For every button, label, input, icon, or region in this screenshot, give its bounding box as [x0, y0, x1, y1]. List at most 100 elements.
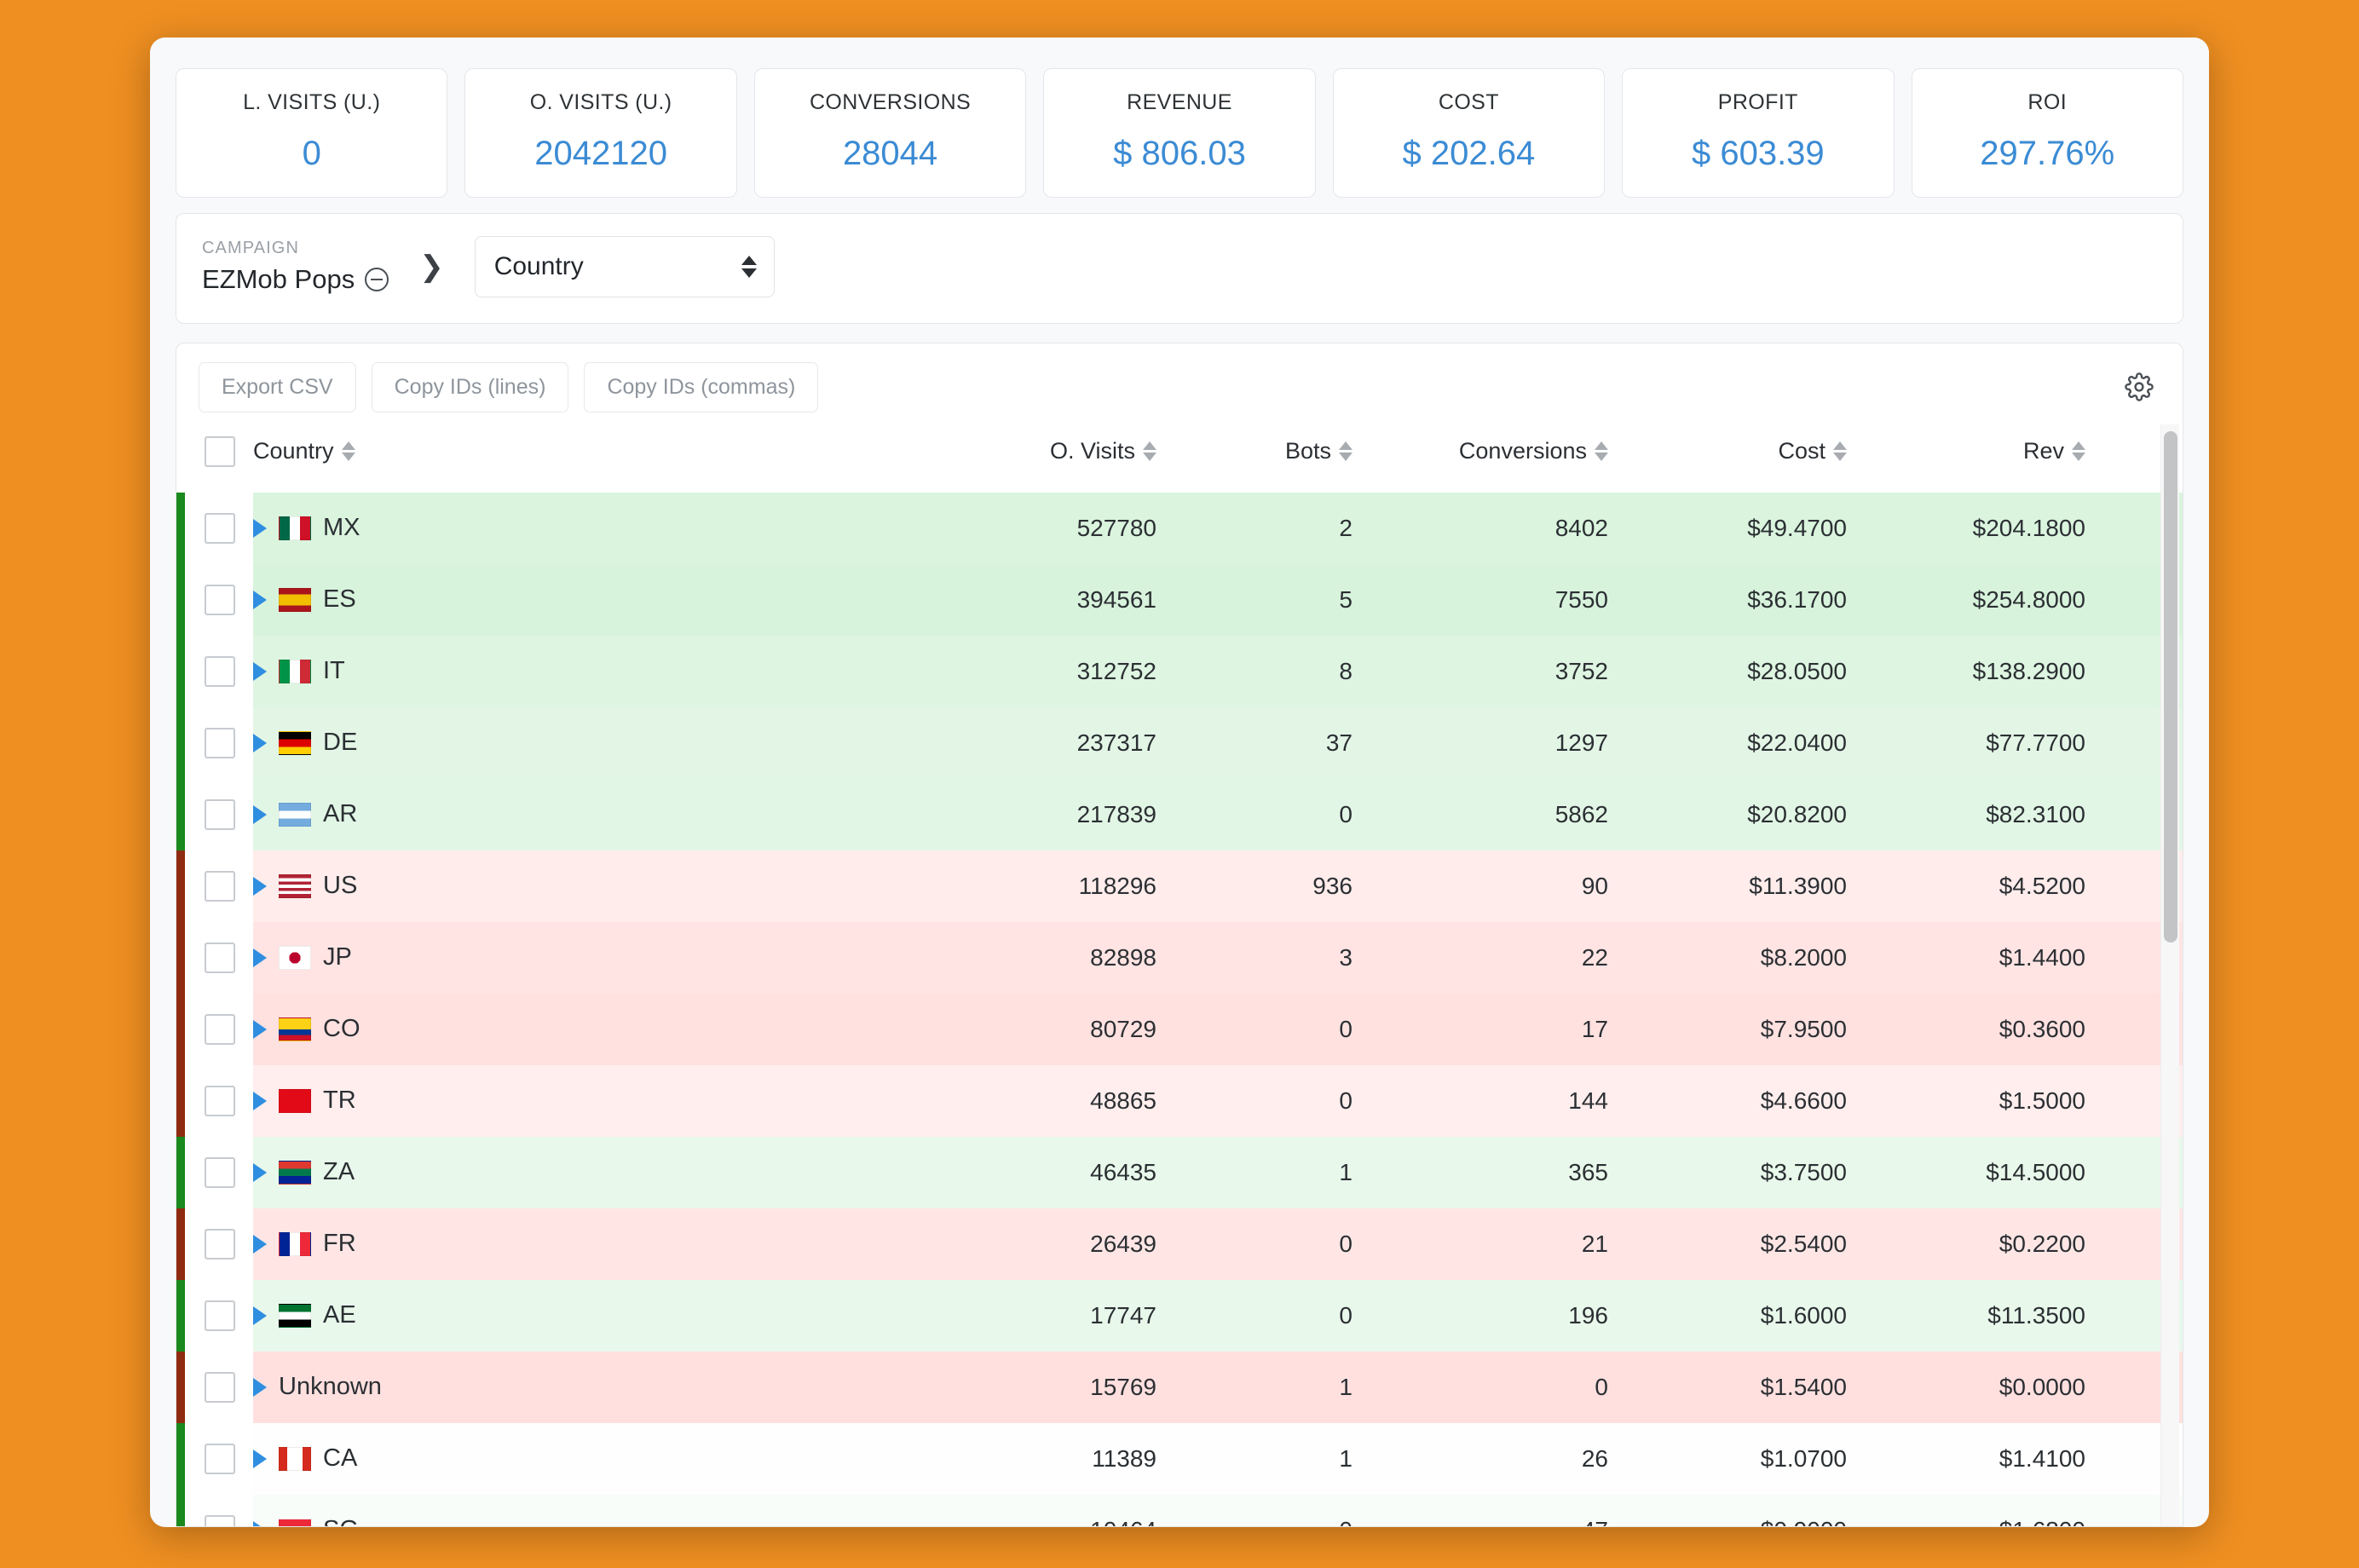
expand-row-icon[interactable] — [253, 1306, 267, 1325]
column-header-conversions[interactable]: Conversions — [1353, 424, 1608, 493]
row-checkbox[interactable] — [205, 727, 235, 758]
copy-ids-lines-button[interactable]: Copy IDs (lines) — [371, 361, 569, 412]
sort-toggle-icon[interactable] — [1143, 441, 1156, 462]
row-select-cell[interactable] — [187, 492, 253, 564]
expand-row-icon[interactable] — [253, 804, 267, 824]
row-checkbox[interactable] — [205, 655, 235, 687]
column-header-bots[interactable]: Bots — [1156, 424, 1353, 493]
row-checkbox[interactable] — [205, 1371, 235, 1403]
cost-cell: $20.8200 — [1608, 778, 1847, 850]
row-select-cell[interactable] — [187, 563, 253, 636]
expand-row-icon[interactable] — [253, 733, 267, 752]
row-checkbox[interactable] — [205, 942, 235, 973]
country-cell: ZA — [253, 1136, 901, 1208]
sort-toggle-icon[interactable] — [1833, 441, 1847, 462]
expand-row-icon[interactable] — [253, 661, 267, 681]
expand-row-icon[interactable] — [253, 1091, 267, 1110]
o-visits-cell: 217839 — [901, 778, 1156, 850]
row-checkbox[interactable] — [205, 798, 235, 830]
country-cell: IT — [253, 635, 901, 707]
rev-cell: $1.4100 — [1847, 1422, 2085, 1495]
gear-icon[interactable] — [2118, 366, 2160, 408]
table-row[interactable]: JP82898322$8.2000$1.4400$-6.760 — [176, 921, 2183, 994]
kpi-card: L. VISITS (U.) 0 — [176, 68, 448, 198]
country-cell: MX — [253, 492, 901, 564]
kpi-label: L. VISITS (U.) — [243, 90, 381, 114]
table-row[interactable]: CA11389126$1.0700$1.4100$0.340 — [176, 1422, 2183, 1495]
row-checkbox[interactable] — [205, 1514, 235, 1526]
table-row[interactable]: IT31275283752$28.0500$138.2900$110.240 — [176, 635, 2183, 707]
row-checkbox[interactable] — [205, 1156, 235, 1188]
sort-toggle-icon[interactable] — [1339, 441, 1353, 462]
table-row[interactable]: MX52778028402$49.4700$204.1800$154.710 — [176, 492, 2183, 564]
country-cell: US — [253, 850, 901, 922]
row-select-cell[interactable] — [187, 921, 253, 994]
table-scrollbar-thumb[interactable] — [2164, 430, 2177, 943]
row-checkbox[interactable] — [205, 584, 235, 615]
table-vertical-scrollbar[interactable] — [2160, 424, 2179, 1526]
row-checkbox[interactable] — [205, 870, 235, 902]
sort-toggle-icon[interactable] — [1595, 441, 1608, 462]
table-row[interactable]: CO80729017$7.9500$0.3600$-7.590 — [176, 993, 2183, 1065]
table-row[interactable]: TR488650144$4.6600$1.5000$-3.160 — [176, 1064, 2183, 1137]
row-select-cell[interactable] — [187, 850, 253, 922]
expand-row-icon[interactable] — [253, 1019, 267, 1039]
profit-bar-header — [176, 424, 187, 493]
row-checkbox[interactable] — [205, 1085, 235, 1116]
row-checkbox[interactable] — [205, 1013, 235, 1045]
expand-row-icon[interactable] — [253, 590, 267, 609]
expand-row-icon[interactable] — [253, 1449, 267, 1468]
expand-row-icon[interactable] — [253, 1377, 267, 1397]
table-row[interactable]: FR26439021$2.5400$0.2200$-2.310 — [176, 1208, 2183, 1280]
row-select-cell[interactable] — [187, 1208, 253, 1280]
expand-row-icon[interactable] — [253, 1162, 267, 1182]
row-select-cell[interactable] — [187, 993, 253, 1065]
export-csv-button[interactable]: Export CSV — [199, 361, 356, 412]
row-select-cell[interactable] — [187, 706, 253, 779]
row-select-cell[interactable] — [187, 778, 253, 850]
kpi-value: $ 603.39 — [1691, 134, 1825, 172]
expand-row-icon[interactable] — [253, 876, 267, 896]
dimension-select[interactable]: Country — [474, 235, 775, 297]
country-cell: SG — [253, 1494, 901, 1526]
expand-row-icon[interactable] — [253, 518, 267, 538]
table-scroll-region[interactable]: CountryO. VisitsBotsConversionsCostRevPr… — [176, 424, 2183, 1526]
row-select-cell[interactable] — [187, 1422, 253, 1495]
copy-ids-commas-button[interactable]: Copy IDs (commas) — [584, 361, 819, 412]
row-checkbox[interactable] — [205, 1443, 235, 1474]
row-select-cell[interactable] — [187, 1494, 253, 1526]
select-all-checkbox[interactable] — [205, 435, 235, 467]
expand-row-icon[interactable] — [253, 1520, 267, 1526]
table-row[interactable]: Unknown1576910$1.5400$0.0000$-1.540 — [176, 1351, 2183, 1423]
expand-row-icon[interactable] — [253, 948, 267, 967]
column-header-o_visits[interactable]: O. Visits — [901, 424, 1156, 493]
table-row[interactable]: ZA464351365$3.7500$14.5000$10.760 — [176, 1136, 2183, 1208]
row-checkbox[interactable] — [205, 512, 235, 544]
row-checkbox[interactable] — [205, 1300, 235, 1331]
expand-row-icon[interactable] — [253, 1234, 267, 1254]
kpi-card: PROFIT $ 603.39 — [1622, 68, 1895, 198]
flag-jp-icon — [279, 945, 311, 970]
bots-cell: 0 — [1156, 1279, 1353, 1352]
sort-toggle-icon[interactable] — [2072, 441, 2085, 462]
bots-cell: 0 — [1156, 1494, 1353, 1526]
row-select-cell[interactable] — [187, 1136, 253, 1208]
table-row[interactable]: SG10464047$0.9000$1.6800$0.780 — [176, 1494, 2183, 1526]
row-select-cell[interactable] — [187, 1351, 253, 1423]
kpi-card: CONVERSIONS 28044 — [753, 68, 1027, 198]
column-header-country[interactable]: Country — [253, 424, 901, 493]
column-header-cost[interactable]: Cost — [1608, 424, 1847, 493]
minus-circle-icon[interactable] — [365, 267, 389, 291]
table-row[interactable]: AE177470196$1.6000$11.3500$9.750 — [176, 1279, 2183, 1352]
row-select-cell[interactable] — [187, 635, 253, 707]
row-checkbox[interactable] — [205, 1228, 235, 1260]
row-select-cell[interactable] — [187, 1064, 253, 1137]
row-select-cell[interactable] — [187, 1279, 253, 1352]
table-row[interactable]: DE237317371297$22.0400$77.7700$55.730 — [176, 706, 2183, 779]
table-row[interactable]: AR21783905862$20.8200$82.3100$61.490 — [176, 778, 2183, 850]
table-row[interactable]: ES39456157550$36.1700$254.8000$218.640 — [176, 563, 2183, 636]
column-header-rev[interactable]: Rev — [1847, 424, 2085, 493]
o-visits-cell: 17747 — [901, 1279, 1156, 1352]
table-row[interactable]: US11829693690$11.3900$4.5200$-6.870 — [176, 850, 2183, 922]
sort-toggle-icon[interactable] — [341, 441, 355, 462]
